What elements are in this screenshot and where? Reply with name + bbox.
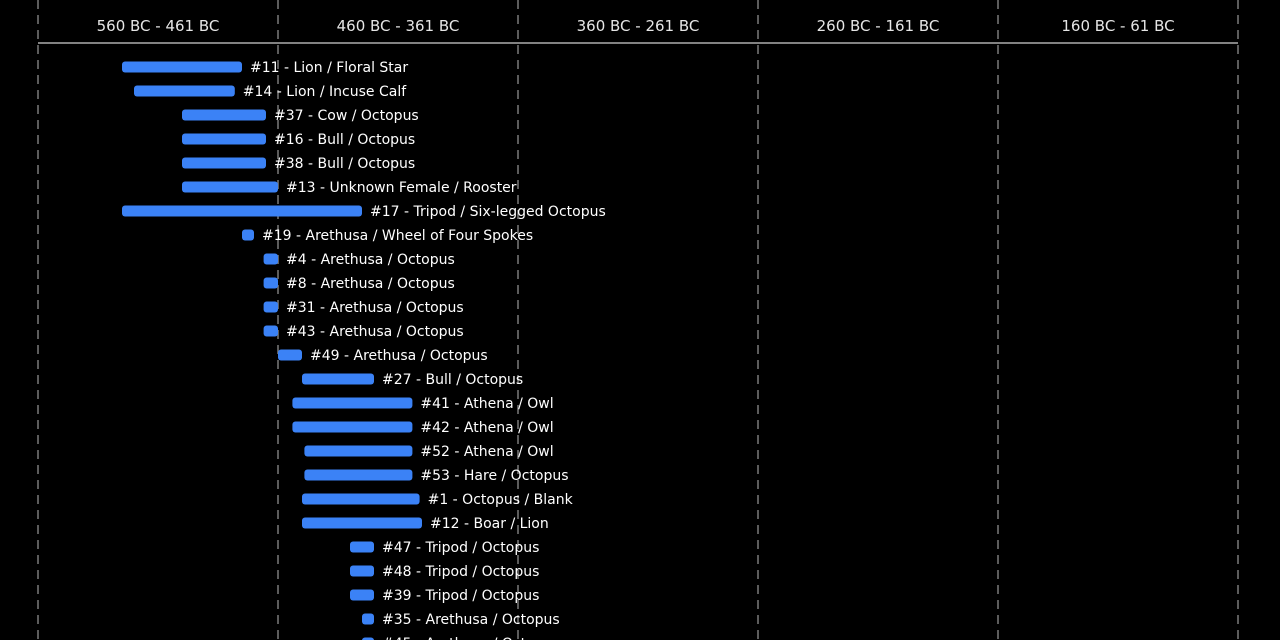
bar-label: #14 - Lion / Incuse Calf (243, 84, 407, 100)
bar-label: #37 - Cow / Octopus (274, 108, 419, 124)
timeline-row: #41 - Athena / Owl (292, 396, 554, 412)
timeline-row: #48 - Tripod / Octopus (350, 564, 539, 580)
timeline-row: #35 - Arethusa / Octopus (362, 612, 560, 628)
range-bar[interactable] (122, 205, 362, 217)
bar-label: #52 - Athena / Owl (420, 444, 553, 460)
range-bar[interactable] (302, 373, 374, 385)
period-label: 560 BC - 461 BC (97, 17, 220, 35)
period-label: 460 BC - 361 BC (337, 17, 460, 35)
range-bar[interactable] (242, 229, 254, 241)
range-bar[interactable] (302, 517, 422, 529)
timeline-row: #49 - Arethusa / Octopus (278, 348, 488, 364)
timeline-row: #53 - Hare / Octopus (304, 468, 569, 484)
bar-label: #4 - Arethusa / Octopus (286, 252, 455, 268)
bar-label: #43 - Arethusa / Octopus (286, 324, 464, 340)
timeline-row: #1 - Octopus / Blank (302, 492, 574, 508)
timeline-row: #47 - Tripod / Octopus (350, 540, 539, 556)
bar-layer: #11 - Lion / Floral Star #14 - Lion / Inc… (122, 60, 606, 640)
bar-label: #27 - Bull / Octopus (382, 372, 523, 388)
range-bar[interactable] (302, 493, 420, 505)
bar-label: #53 - Hare / Octopus (420, 468, 568, 484)
timeline-row: #11 - Lion / Floral Star (122, 60, 408, 76)
timeline-row: #42 - Athena / Owl (292, 420, 554, 436)
bar-label: #39 - Tripod / Octopus (382, 588, 539, 604)
range-bar[interactable] (362, 613, 374, 625)
timeline-row: #39 - Tripod / Octopus (350, 588, 539, 604)
range-bar[interactable] (182, 109, 266, 121)
timeline-chart: 560 BC - 461 BC 460 BC - 361 BC 360 BC - 2… (37, 0, 1239, 640)
timeline-row: #31 - Arethusa / Octopus (263, 300, 464, 316)
timeline-row: #45 - Arethusa / Octopus (362, 636, 560, 640)
timeline-row: #8 - Arethusa / Octopus (263, 276, 455, 292)
range-bar[interactable] (182, 181, 278, 193)
range-bar[interactable] (122, 61, 242, 73)
timeline-row: #13 - Unknown Female / Rooster (182, 180, 517, 196)
bar-label: #8 - Arethusa / Octopus (286, 276, 455, 292)
timeline-row: #16 - Bull / Octopus (182, 132, 415, 148)
timeline-row: #4 - Arethusa / Octopus (263, 252, 455, 268)
bar-label: #16 - Bull / Octopus (274, 132, 415, 148)
range-bar[interactable] (292, 421, 413, 433)
period-label: 260 BC - 161 BC (817, 17, 940, 35)
bar-label: #12 - Boar / Lion (430, 516, 549, 532)
range-bar[interactable] (263, 301, 278, 313)
range-bar[interactable] (350, 589, 374, 601)
range-bar[interactable] (350, 541, 374, 553)
bar-label: #13 - Unknown Female / Rooster (286, 180, 517, 196)
range-bar[interactable] (263, 325, 278, 337)
range-bar[interactable] (304, 445, 413, 457)
range-bar[interactable] (182, 157, 266, 169)
bar-label: #31 - Arethusa / Octopus (286, 300, 464, 316)
bar-label: #45 - Arethusa / Octopus (382, 636, 560, 640)
range-bar[interactable] (263, 277, 278, 289)
range-bar[interactable] (263, 253, 278, 265)
period-label: 160 BC - 61 BC (1061, 17, 1174, 35)
timeline-row: #14 - Lion / Incuse Calf (134, 84, 407, 100)
timeline-row: #52 - Athena / Owl (304, 444, 554, 460)
bar-label: #1 - Octopus / Blank (428, 492, 574, 508)
timeline-row: #17 - Tripod / Six-legged Octopus (122, 204, 606, 220)
bar-label: #19 - Arethusa / Wheel of Four Spokes (262, 228, 533, 244)
timeline-row: #19 - Arethusa / Wheel of Four Spokes (242, 228, 533, 244)
range-bar[interactable] (278, 349, 302, 361)
bar-label: #35 - Arethusa / Octopus (382, 612, 560, 628)
timeline-row: #27 - Bull / Octopus (302, 372, 523, 388)
range-bar[interactable] (350, 565, 374, 577)
bar-label: #38 - Bull / Octopus (274, 156, 415, 172)
range-bar[interactable] (304, 469, 413, 481)
range-bar[interactable] (182, 133, 266, 145)
range-bar[interactable] (292, 397, 413, 409)
bar-label: #49 - Arethusa / Octopus (310, 348, 488, 364)
timeline-row: #38 - Bull / Octopus (182, 156, 415, 172)
bar-label: #41 - Athena / Owl (420, 396, 553, 412)
period-label: 360 BC - 261 BC (577, 17, 700, 35)
bar-label: #17 - Tripod / Six-legged Octopus (370, 204, 606, 220)
bar-label: #11 - Lion / Floral Star (250, 60, 408, 76)
bar-label: #48 - Tripod / Octopus (382, 564, 539, 580)
period-header: 560 BC - 461 BC 460 BC - 361 BC 360 BC - 2… (38, 17, 1238, 44)
timeline-row: #12 - Boar / Lion (302, 516, 549, 532)
range-bar[interactable] (134, 85, 235, 97)
timeline-row: #37 - Cow / Octopus (182, 108, 419, 124)
bar-label: #47 - Tripod / Octopus (382, 540, 539, 556)
timeline-row: #43 - Arethusa / Octopus (263, 324, 464, 340)
bar-label: #42 - Athena / Owl (420, 420, 553, 436)
